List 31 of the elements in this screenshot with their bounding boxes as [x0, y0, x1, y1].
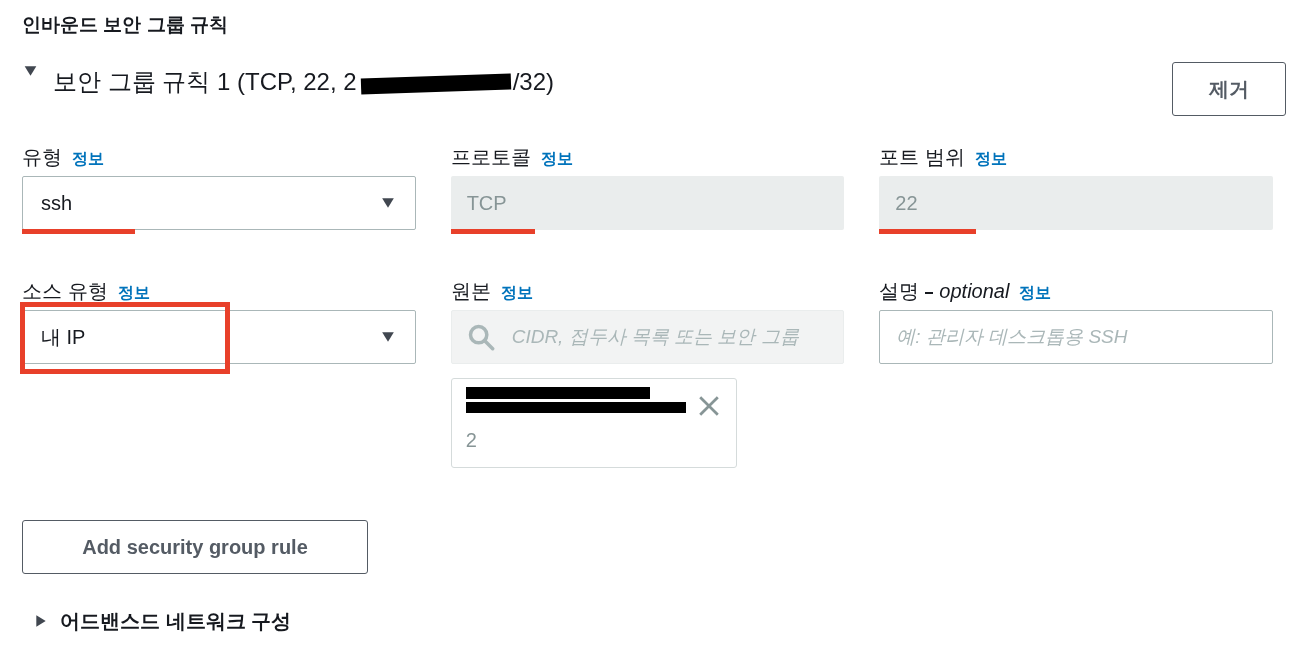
rule-title[interactable]: 보안 그룹 규칙 1 (TCP, 22, 2 — [53, 64, 357, 100]
readonly-field: TCP — [450, 176, 845, 230]
rule-title-end: /32) — [512, 67, 554, 97]
caret-right-icon[interactable] — [34, 613, 48, 629]
search-field[interactable]: CIDR, 접두사 목록 또는 보안 그룹 — [450, 310, 845, 364]
field-label: 유형 — [22, 145, 62, 170]
text-field[interactable]: 예: 관리자 데스크톱용 SSH — [879, 310, 1273, 364]
info-link[interactable]: 정보 — [72, 147, 104, 171]
section-title: 인바운드 보안 그룹 규칙 — [22, 13, 229, 37]
search-icon — [466, 323, 495, 351]
info-link[interactable]: 정보 — [1019, 281, 1052, 305]
add-rule-button[interactable]: Add security group rule — [22, 520, 368, 574]
caret-icon[interactable] — [22, 64, 39, 78]
info-link[interactable]: 정보 — [974, 147, 1007, 171]
field-label: 설명 — [879, 279, 920, 304]
select-field[interactable]: 내 IP — [22, 310, 416, 364]
select-field[interactable]: ssh — [22, 176, 416, 230]
field-label: 포트 범위 — [879, 145, 965, 170]
field-label: 소스 유형 — [22, 279, 108, 304]
info-link[interactable]: 정보 — [117, 281, 150, 305]
advanced-toggle[interactable]: 어드밴스드 네트워크 구성 — [60, 606, 292, 636]
readonly-field: 22 — [879, 176, 1273, 230]
field-label-suffix: optional — [939, 279, 1010, 304]
remove-button[interactable]: 제거 — [1172, 62, 1286, 116]
info-link[interactable]: 정보 — [500, 281, 533, 305]
info-link[interactable]: 정보 — [540, 147, 573, 171]
token-text: 2 — [465, 428, 477, 453]
dash-icon — [925, 292, 934, 294]
close-icon[interactable] — [697, 395, 720, 417]
field-label: 원본 — [450, 279, 491, 304]
field-label: 프로토콜 — [450, 145, 531, 170]
